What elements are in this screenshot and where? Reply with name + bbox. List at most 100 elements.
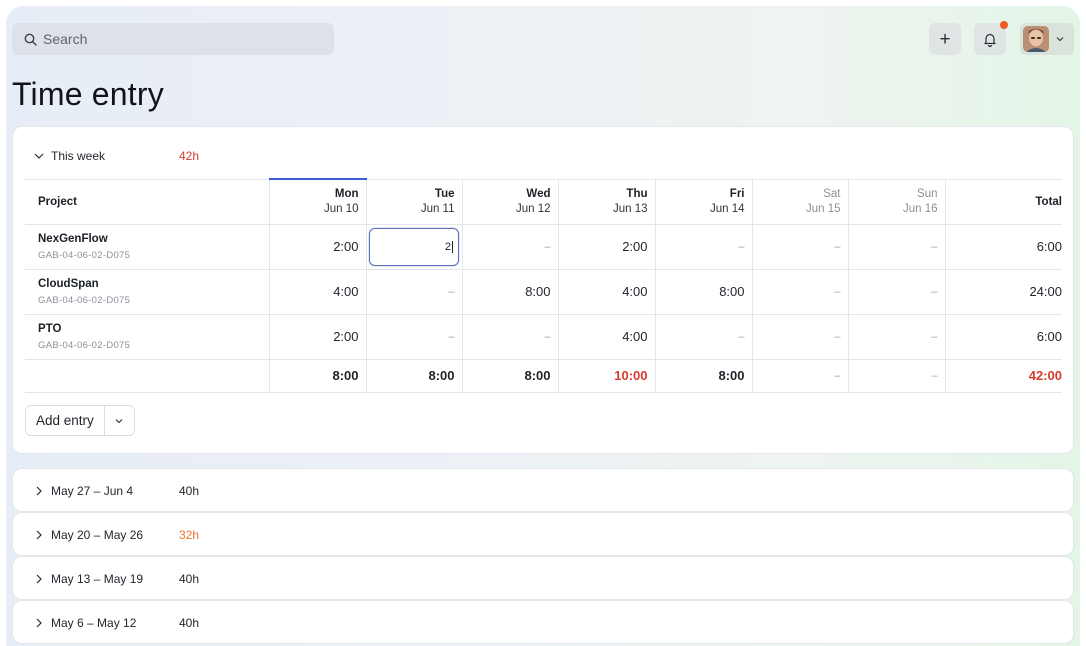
project-code: GAB-04-06-02-D075 bbox=[38, 339, 131, 351]
current-week-card: This week 42h Project Mon Jun 10 Tue Jun 1… bbox=[12, 126, 1074, 454]
time-cell-editing[interactable]: 2 bbox=[365, 223, 462, 269]
chevron-right-icon bbox=[36, 486, 42, 496]
time-cell[interactable]: – bbox=[365, 268, 462, 314]
row-total: 6:00 bbox=[944, 313, 1062, 359]
time-cell[interactable]: 2:00 bbox=[557, 223, 655, 269]
column-header-total: Total bbox=[944, 178, 1062, 224]
day-label: Sun bbox=[917, 188, 938, 200]
day-label: Tue bbox=[434, 188, 455, 200]
search-placeholder: Search bbox=[43, 31, 88, 47]
totals-label-cell bbox=[25, 358, 269, 393]
time-cell[interactable]: 8:00 bbox=[461, 268, 558, 314]
chevron-right-icon bbox=[36, 530, 42, 540]
totals-row: 8:00 8:00 8:00 10:00 8:00 – – 42:00 bbox=[25, 358, 1062, 393]
plus-icon: + bbox=[939, 28, 951, 50]
add-entry-button-group: Add entry bbox=[25, 405, 135, 436]
search-bar[interactable]: Search bbox=[12, 23, 334, 55]
grand-total: 42:00 bbox=[944, 358, 1062, 393]
project-code: GAB-04-06-02-D075 bbox=[38, 249, 131, 261]
time-cell[interactable]: – bbox=[751, 223, 848, 269]
time-cell[interactable]: 2:00 bbox=[268, 313, 366, 359]
week-row[interactable]: May 27 – Jun 4 40h bbox=[12, 468, 1074, 512]
week-toggle[interactable]: May 13 – May 19 40h bbox=[33, 572, 199, 586]
page-title: Time entry bbox=[12, 76, 164, 112]
table-header-row: Project Mon Jun 10 Tue Jun 11 Wed Jun 12 Th… bbox=[25, 178, 1062, 224]
time-cell[interactable]: 2:00 bbox=[268, 223, 366, 269]
day-total: – bbox=[847, 358, 945, 393]
day-total-over: 10:00 bbox=[557, 358, 655, 393]
time-cell[interactable]: – bbox=[847, 268, 945, 314]
date-label: Jun 14 bbox=[709, 203, 745, 215]
week-hours: 32h bbox=[179, 528, 200, 542]
week-label: May 20 – May 26 bbox=[51, 528, 144, 542]
week-hours: 40h bbox=[179, 484, 200, 498]
week-label: May 27 – Jun 4 bbox=[51, 484, 134, 498]
date-label: Jun 12 bbox=[515, 203, 551, 215]
column-header-tue: Tue Jun 11 bbox=[365, 178, 462, 224]
week-hours: 40h bbox=[179, 616, 200, 630]
week-label: May 13 – May 19 bbox=[51, 572, 144, 586]
day-total: 8:00 bbox=[268, 358, 366, 393]
week-label: May 6 – May 12 bbox=[51, 616, 137, 630]
day-label: Mon bbox=[334, 188, 359, 201]
project-cell: CloudSpan GAB-04-06-02-D075 bbox=[25, 268, 269, 314]
time-cell[interactable]: – bbox=[751, 268, 848, 314]
chevron-down-icon bbox=[1056, 37, 1064, 42]
time-cell[interactable]: – bbox=[847, 223, 945, 269]
add-button[interactable]: + bbox=[929, 23, 961, 55]
project-name: CloudSpan bbox=[38, 277, 99, 290]
time-cell[interactable]: – bbox=[461, 223, 558, 269]
day-total: 8:00 bbox=[654, 358, 752, 393]
week-hours: 42h bbox=[179, 149, 200, 163]
column-header-mon: Mon Jun 10 bbox=[268, 178, 366, 224]
add-entry-dropdown-button[interactable] bbox=[103, 406, 134, 435]
week-toggle[interactable]: May 27 – Jun 4 40h bbox=[33, 484, 199, 498]
time-cell[interactable]: – bbox=[654, 223, 752, 269]
time-cell[interactable]: – bbox=[847, 313, 945, 359]
week-row[interactable]: May 20 – May 26 32h bbox=[12, 512, 1074, 556]
time-input[interactable]: 2 bbox=[369, 227, 459, 266]
text-caret bbox=[452, 240, 453, 253]
day-total: 8:00 bbox=[461, 358, 558, 393]
notification-dot bbox=[1000, 21, 1008, 29]
table-row: CloudSpan GAB-04-06-02-D075 4:00 – 8:00 … bbox=[25, 268, 1062, 314]
time-cell[interactable]: – bbox=[751, 313, 848, 359]
week-row[interactable]: May 13 – May 19 40h bbox=[12, 556, 1074, 600]
time-cell[interactable]: 8:00 bbox=[654, 268, 752, 314]
date-label: Jun 13 bbox=[612, 203, 648, 215]
current-week-toggle[interactable]: This week 42h bbox=[33, 149, 199, 163]
day-total: 8:00 bbox=[365, 358, 462, 393]
row-total: 24:00 bbox=[944, 268, 1062, 314]
project-name: NexGenFlow bbox=[38, 232, 108, 245]
add-entry-button[interactable]: Add entry bbox=[26, 413, 104, 428]
time-cell[interactable]: – bbox=[365, 313, 462, 359]
time-cell[interactable]: 4:00 bbox=[557, 268, 655, 314]
column-header-fri: Fri Jun 14 bbox=[654, 178, 752, 224]
time-cell[interactable]: 4:00 bbox=[268, 268, 366, 314]
day-total: – bbox=[751, 358, 848, 393]
day-label: Thu bbox=[626, 188, 648, 200]
time-cell[interactable]: – bbox=[654, 313, 752, 359]
table-row: PTO GAB-04-06-02-D075 2:00 – – 4:00 – – … bbox=[25, 313, 1062, 359]
date-label: Jun 16 bbox=[902, 203, 938, 215]
time-input-value: 2 bbox=[444, 240, 451, 253]
date-label: Jun 10 bbox=[323, 203, 359, 216]
week-label: This week bbox=[51, 149, 106, 163]
day-label: Sat bbox=[823, 188, 841, 200]
week-toggle[interactable]: May 6 – May 12 40h bbox=[33, 616, 199, 630]
day-label: Wed bbox=[526, 188, 551, 200]
user-menu-button[interactable] bbox=[1020, 23, 1074, 55]
notifications-button[interactable] bbox=[974, 21, 1008, 55]
column-header-thu: Thu Jun 13 bbox=[557, 178, 655, 224]
column-header-sun: Sun Jun 16 bbox=[847, 178, 945, 224]
project-cell: PTO GAB-04-06-02-D075 bbox=[25, 313, 269, 359]
date-label: Jun 15 bbox=[805, 203, 841, 215]
column-header-sat: Sat Jun 15 bbox=[751, 178, 848, 224]
time-cell[interactable]: 4:00 bbox=[557, 313, 655, 359]
week-row[interactable]: May 6 – May 12 40h bbox=[12, 600, 1074, 644]
avatar bbox=[1023, 26, 1049, 52]
day-label: Fri bbox=[729, 188, 745, 200]
column-header-project: Project bbox=[25, 178, 269, 224]
week-toggle[interactable]: May 20 – May 26 32h bbox=[33, 528, 199, 542]
time-cell[interactable]: – bbox=[461, 313, 558, 359]
